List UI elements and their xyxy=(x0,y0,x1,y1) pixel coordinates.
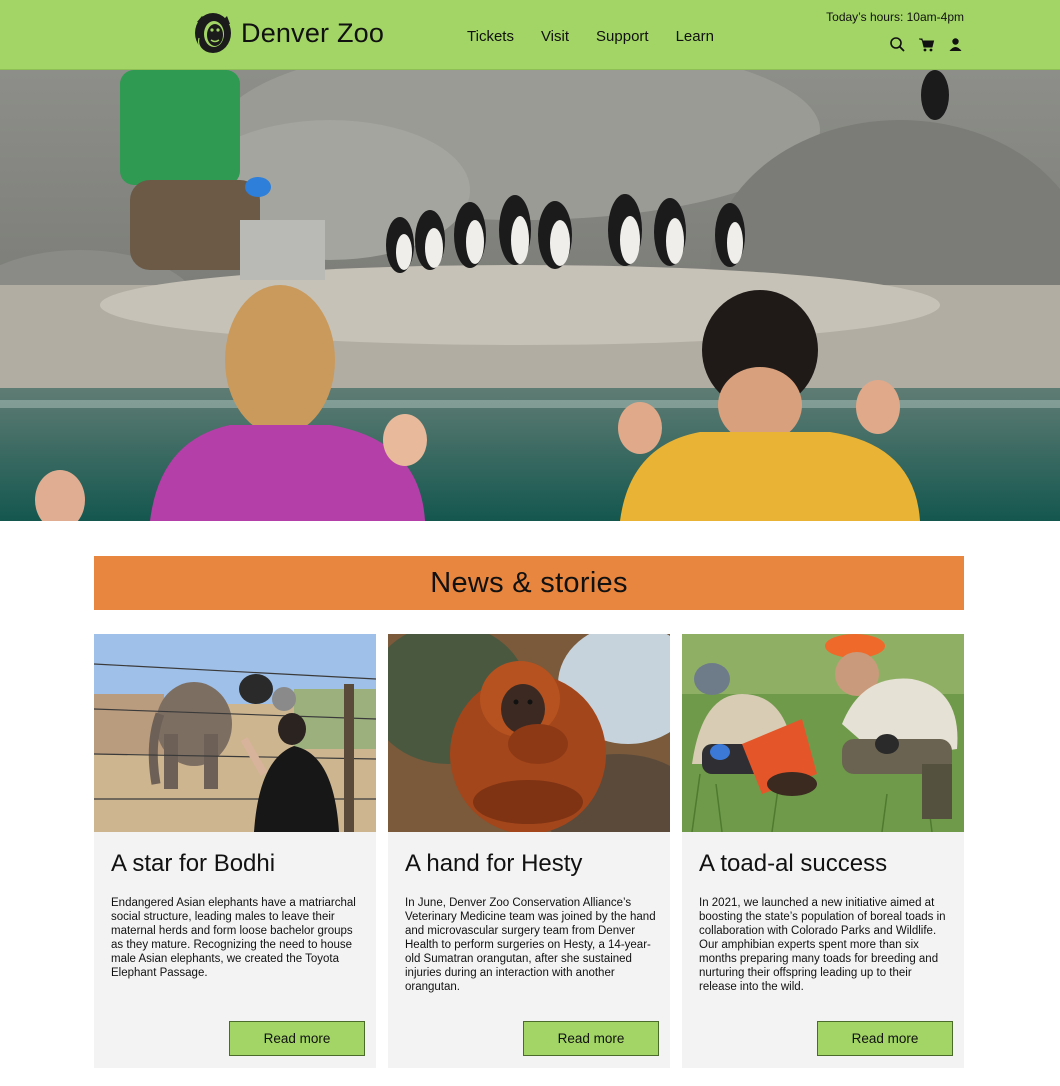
nav-support[interactable]: Support xyxy=(596,28,649,45)
news-card: A toad-al success In 2021, we launched a… xyxy=(682,634,964,1068)
penguin-exhibit-photo xyxy=(0,70,1060,521)
card-title: A toad-al success xyxy=(699,850,888,877)
account-icon[interactable] xyxy=(947,36,964,53)
brand-name: Denver Zoo xyxy=(241,17,385,48)
hero-image xyxy=(0,70,1060,521)
lion-logo-icon xyxy=(195,13,231,53)
news-heading: News & stories xyxy=(430,566,628,599)
card-body: In June, Denver Zoo Conservation Allianc… xyxy=(405,897,656,993)
elephant-photo xyxy=(94,634,376,832)
read-more-button[interactable]: Read more xyxy=(229,1021,365,1056)
card-body: Endangered Asian elephants have a matria… xyxy=(111,897,356,979)
read-more-button[interactable]: Read more xyxy=(817,1021,953,1056)
news-cards: A star for Bodhi Endangered Asian elepha… xyxy=(94,634,964,1068)
site-header: Denver Zoo Tickets Visit Support Learn T… xyxy=(0,0,1060,70)
news-card: A star for Bodhi Endangered Asian elepha… xyxy=(94,634,376,1068)
cart-icon[interactable] xyxy=(918,36,935,53)
brand[interactable]: Denver Zoo xyxy=(194,12,384,54)
header-icons xyxy=(889,36,964,53)
read-more-button[interactable]: Read more xyxy=(523,1021,659,1056)
nav-tickets[interactable]: Tickets xyxy=(467,28,514,45)
nav-learn[interactable]: Learn xyxy=(676,28,714,45)
news-banner: News & stories xyxy=(94,556,964,610)
card-body: In 2021, we launched a new initiative ai… xyxy=(699,897,946,993)
hours-text: Today’s hours: 10am-4pm xyxy=(826,10,964,24)
search-icon[interactable] xyxy=(889,36,906,53)
card-title: A hand for Hesty xyxy=(405,850,583,877)
toad-release-photo xyxy=(682,634,964,832)
card-title: A star for Bodhi xyxy=(111,850,276,877)
news-card: A hand for Hesty In June, Denver Zoo Con… xyxy=(388,634,670,1068)
nav-visit[interactable]: Visit xyxy=(541,28,569,45)
orangutan-photo xyxy=(388,634,670,832)
main-nav: Tickets Visit Support Learn xyxy=(467,28,741,45)
